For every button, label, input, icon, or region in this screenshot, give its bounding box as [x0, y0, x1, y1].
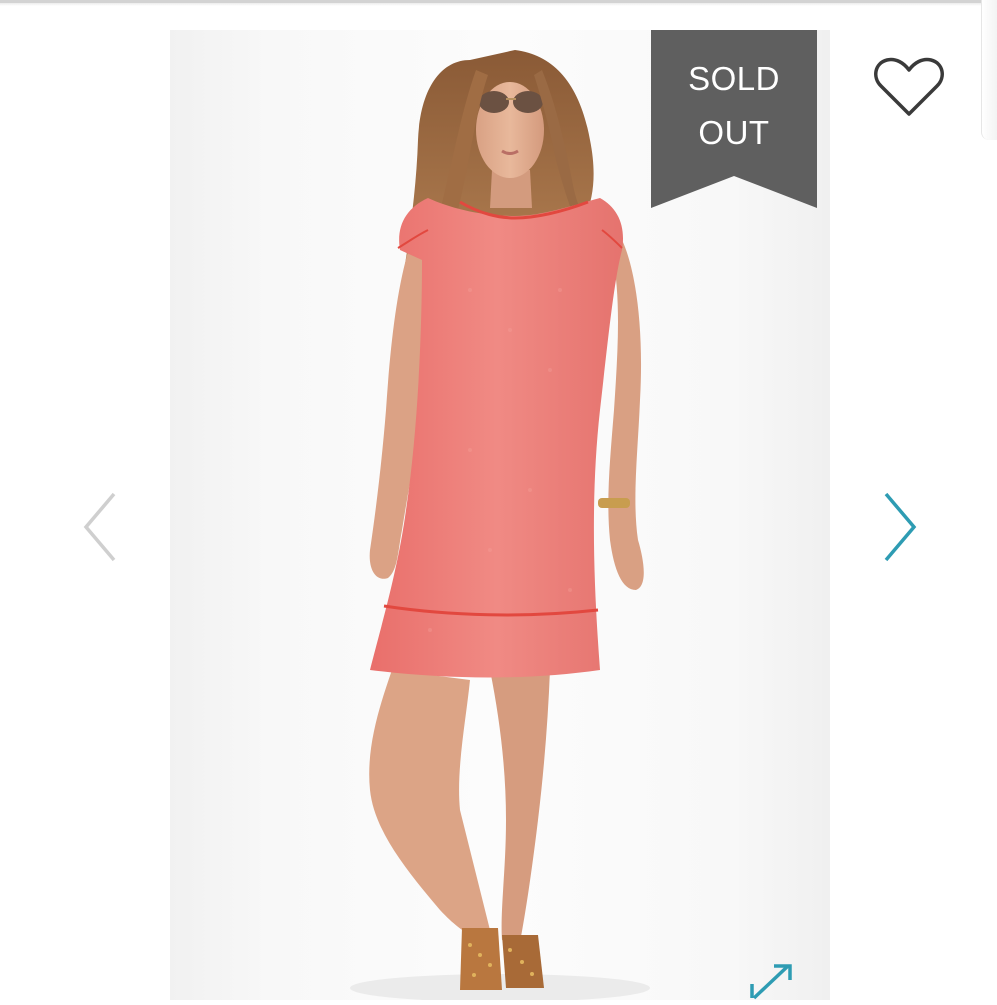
heart-outline-icon [874, 57, 944, 116]
badge-line-sold: SOLD [688, 60, 780, 97]
chevron-left-icon [83, 492, 116, 562]
previous-image-button[interactable] [80, 490, 120, 564]
next-image-button[interactable] [880, 490, 920, 564]
expand-image-button[interactable] [746, 960, 796, 1000]
badge-line-out: OUT [698, 114, 770, 151]
scrollbar-edge[interactable] [981, 0, 997, 140]
top-divider-shadow [0, 3, 997, 6]
expand-diagonal-icon [750, 964, 792, 1000]
chevron-right-icon [884, 492, 917, 562]
favorite-button[interactable] [873, 56, 945, 118]
sold-out-badge: SOLD OUT [651, 30, 817, 208]
